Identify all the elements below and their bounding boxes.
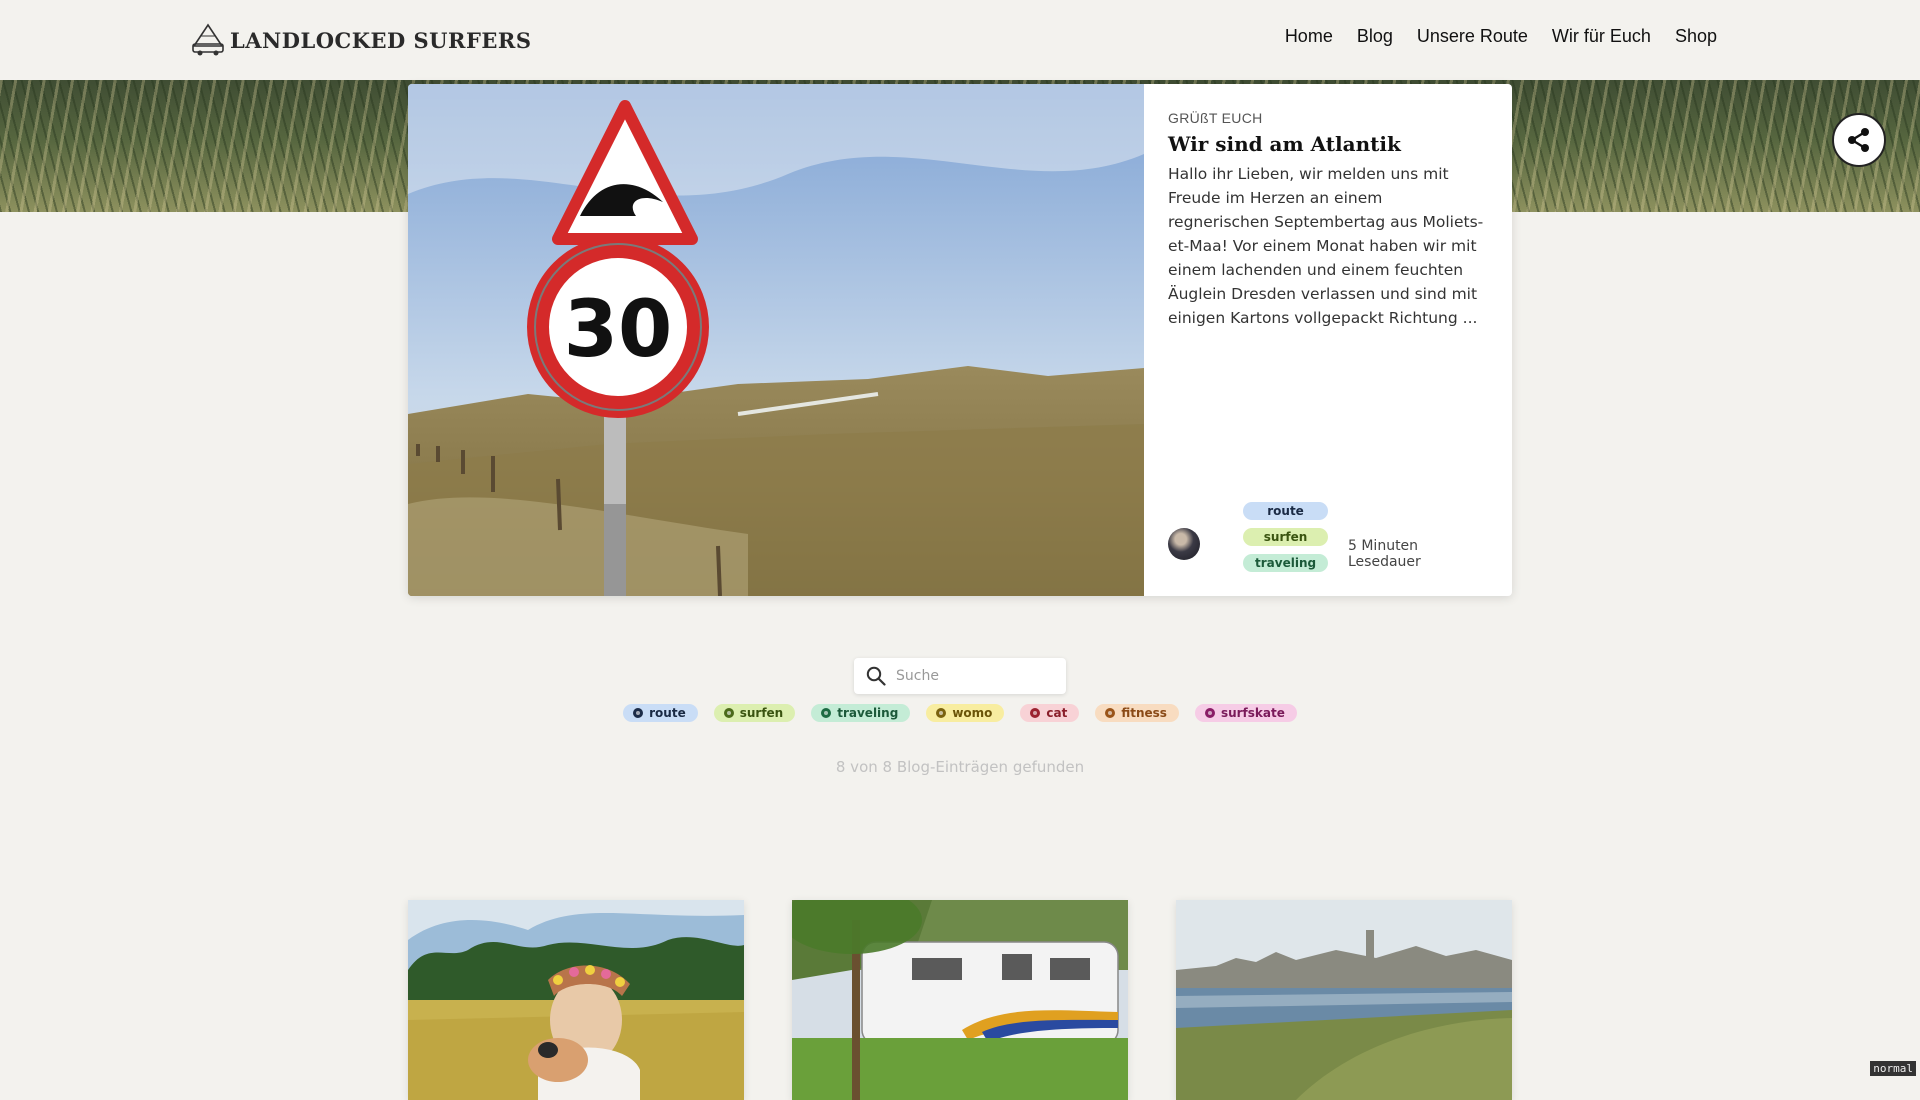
results-count: 8 von 8 Blog-Einträgen gefunden: [835, 758, 1085, 776]
post-kicker: GRÜßT EUCH: [1168, 110, 1263, 126]
featured-post-image[interactable]: 30: [408, 84, 1144, 596]
nav-home[interactable]: Home: [1285, 26, 1333, 47]
post-tags: route surfen traveling: [1243, 502, 1329, 572]
filter-tag-cat[interactable]: cat: [1020, 704, 1080, 722]
filter-tag-label: surfskate: [1220, 706, 1285, 720]
post-excerpt: Hallo ihr Lieben, wir melden uns mit Fre…: [1168, 165, 1484, 327]
main-nav: Home Blog Unsere Route Wir für Euch Shop: [1285, 26, 1717, 47]
filter-tags: route surfen traveling womo cat fitness …: [0, 704, 1920, 722]
filter-tag-fitness[interactable]: fitness: [1095, 704, 1179, 722]
filter-tag-label: womo: [952, 706, 993, 720]
share-icon: [1848, 128, 1869, 152]
nav-blog[interactable]: Blog: [1357, 26, 1393, 47]
filter-tag-route[interactable]: route: [623, 704, 698, 722]
blog-card-image: [792, 900, 1128, 1100]
filter-tag-label: cat: [1046, 706, 1068, 720]
search-box: [854, 658, 1066, 694]
blog-card-image: [1176, 900, 1512, 1100]
tag-dot-icon: [1105, 708, 1116, 718]
tag-dot-icon: [723, 708, 734, 718]
reading-time: 5 Minuten Lesedauer: [1348, 538, 1421, 570]
nav-unsere-route[interactable]: Unsere Route: [1417, 26, 1528, 47]
filter-tag-traveling[interactable]: traveling: [811, 704, 911, 722]
featured-post-card[interactable]: 30 GRÜßT EUCH Wir sind am Atlantik Hallo…: [408, 84, 1512, 596]
tag-dot-icon: [1204, 708, 1215, 718]
share-button[interactable]: [1832, 113, 1886, 167]
filter-tag-womo[interactable]: womo: [926, 704, 1005, 722]
post-meta: route surfen traveling 5 Minuten Lesedau…: [1168, 502, 1488, 582]
camper-logo-icon: [192, 23, 224, 56]
status-badge: normal: [1870, 1061, 1916, 1076]
nav-shop[interactable]: Shop: [1675, 26, 1717, 47]
filter-tag-label: route: [649, 706, 686, 720]
speed-limit-number: 30: [564, 285, 673, 375]
post-tag-traveling[interactable]: traveling: [1243, 554, 1329, 572]
nav-wir-fuer-euch[interactable]: Wir für Euch: [1552, 26, 1651, 47]
site-header: LANDLOCKED SURFERS Home Blog Unsere Rout…: [0, 0, 1920, 80]
blog-card-3[interactable]: [1176, 900, 1512, 1100]
tag-dot-icon: [936, 708, 947, 718]
logo-text: LANDLOCKED SURFERS: [230, 27, 532, 53]
tag-dot-icon: [633, 708, 644, 718]
author-avatar[interactable]: [1168, 528, 1200, 560]
post-tag-surfen[interactable]: surfen: [1243, 528, 1329, 546]
blog-card-image: [408, 900, 744, 1100]
search-input[interactable]: [894, 667, 1058, 685]
filter-tag-label: surfen: [739, 706, 784, 720]
post-tag-route[interactable]: route: [1243, 502, 1329, 520]
filter-tag-surfskate[interactable]: surfskate: [1194, 704, 1297, 722]
filter-tag-label: fitness: [1121, 706, 1167, 720]
tag-dot-icon: [1030, 708, 1041, 718]
blog-card-2[interactable]: [792, 900, 1128, 1100]
filter-tag-surfen[interactable]: surfen: [713, 704, 796, 722]
site-logo[interactable]: LANDLOCKED SURFERS: [190, 20, 531, 60]
blog-card-1[interactable]: [408, 900, 744, 1100]
post-title[interactable]: Wir sind am Atlantik: [1168, 132, 1488, 156]
search-icon: [866, 666, 886, 686]
featured-post-body: GRÜßT EUCH Wir sind am Atlantik Hallo ih…: [1168, 110, 1488, 580]
filter-tag-label: traveling: [837, 706, 899, 720]
tag-dot-icon: [821, 708, 832, 718]
